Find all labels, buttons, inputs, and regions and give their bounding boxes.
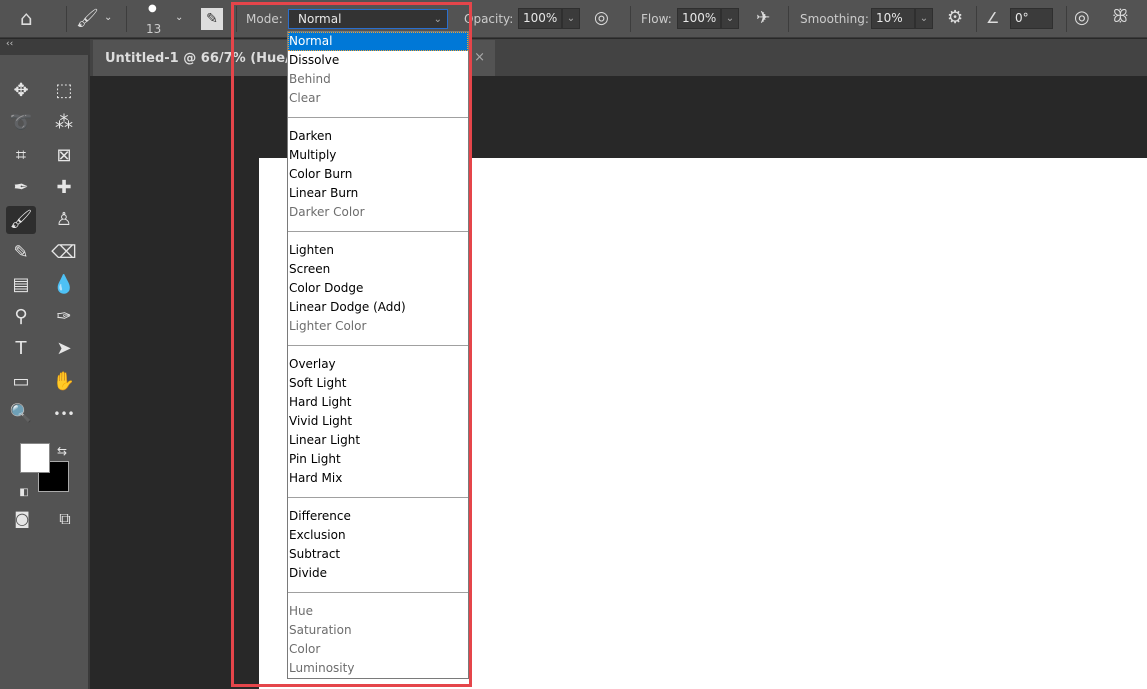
- mode-select[interactable]: Normal ⌄: [288, 9, 448, 29]
- blend-mode-option[interactable]: Difference: [288, 507, 468, 526]
- eyedropper-tool-icon[interactable]: ✒: [6, 174, 36, 202]
- blend-mode-option[interactable]: Soft Light: [288, 374, 468, 393]
- magic-wand-tool-icon[interactable]: ⁂: [49, 109, 79, 137]
- menu-separator: [288, 336, 468, 355]
- mode-label: Mode:: [246, 12, 283, 26]
- lasso-tool-icon[interactable]: ➰: [6, 109, 36, 137]
- gear-icon[interactable]: ⚙: [947, 7, 963, 28]
- blend-mode-option[interactable]: Divide: [288, 564, 468, 583]
- angle-icon: ∠: [986, 9, 1000, 27]
- pressure-opacity-icon[interactable]: ◎: [594, 8, 609, 28]
- blend-mode-dropdown[interactable]: Normal Dissolve Behind Clear Darken Multiply C…: [287, 31, 469, 679]
- dodge-tool-icon[interactable]: ⚲: [6, 303, 36, 331]
- blend-mode-option[interactable]: Hard Light: [288, 393, 468, 412]
- marquee-tool-icon[interactable]: ⬚: [49, 77, 79, 105]
- menu-separator: [288, 108, 468, 127]
- document-tab-title: Untitled-1 @ 66/7% (Hue/Sa: [105, 51, 308, 66]
- blend-mode-option[interactable]: Pin Light: [288, 450, 468, 469]
- blend-mode-option[interactable]: Color Dodge: [288, 279, 468, 298]
- mode-value: Normal: [298, 12, 342, 26]
- default-colors-icon[interactable]: ◧: [14, 479, 34, 507]
- blend-mode-option[interactable]: Color Burn: [288, 165, 468, 184]
- blend-mode-option[interactable]: Exclusion: [288, 526, 468, 545]
- blend-mode-option[interactable]: Dissolve: [288, 51, 468, 70]
- pressure-size-icon[interactable]: ◎: [1074, 7, 1090, 28]
- quick-mask-icon[interactable]: ◙: [7, 505, 37, 533]
- healing-brush-tool-icon[interactable]: ✚: [49, 174, 79, 202]
- opacity-label: Opacity:: [464, 12, 514, 26]
- flow-input[interactable]: 100%: [677, 8, 721, 29]
- menu-separator: [288, 583, 468, 602]
- blend-mode-option[interactable]: Vivid Light: [288, 412, 468, 431]
- angle-input[interactable]: 0°: [1010, 8, 1053, 29]
- airbrush-icon[interactable]: ✈: [756, 8, 770, 28]
- screen-mode-icon[interactable]: ⧉: [50, 505, 80, 533]
- move-tool-icon[interactable]: ✥: [6, 77, 36, 105]
- blend-mode-option[interactable]: Normal: [288, 32, 468, 51]
- stamp-tool-icon[interactable]: ♙: [49, 206, 79, 234]
- crop-tool-icon[interactable]: ⌗: [6, 142, 36, 170]
- blend-mode-option[interactable]: Hard Mix: [288, 469, 468, 488]
- close-tab-icon[interactable]: ×: [474, 50, 485, 65]
- gradient-tool-icon[interactable]: ▤: [6, 271, 36, 299]
- rectangle-tool-icon[interactable]: ▭: [6, 368, 36, 396]
- smoothing-dropdown[interactable]: ⌄: [915, 8, 933, 29]
- history-brush-tool-icon[interactable]: ✎: [6, 239, 36, 267]
- blend-mode-option: Color: [289, 642, 321, 656]
- blend-mode-option: Luminosity: [289, 661, 355, 675]
- home-icon[interactable]: ⌂: [20, 6, 33, 30]
- blend-mode-option[interactable]: Darken: [288, 127, 468, 146]
- blend-mode-option[interactable]: Subtract: [288, 545, 468, 564]
- flow-dropdown[interactable]: ⌄: [721, 8, 739, 29]
- smoothing-input[interactable]: 10%: [871, 8, 915, 29]
- path-selection-tool-icon[interactable]: ➤: [49, 335, 79, 363]
- chevron-down-icon: ⌄: [433, 14, 442, 25]
- swap-colors-icon[interactable]: ⇆: [52, 437, 72, 465]
- menu-separator: [288, 488, 468, 507]
- more-tools-icon[interactable]: •••: [49, 400, 79, 428]
- blend-mode-option[interactable]: Multiply: [288, 146, 468, 165]
- opacity-input[interactable]: 100%: [518, 8, 562, 29]
- blend-mode-option[interactable]: Lighten: [288, 241, 468, 260]
- opacity-dropdown[interactable]: ⌄: [562, 8, 580, 29]
- collapse-panel-button[interactable]: ‹‹: [0, 39, 90, 55]
- blend-mode-option: Hue: [289, 604, 314, 618]
- blur-tool-icon[interactable]: 💧: [49, 271, 79, 299]
- tools-panel: ✥ ⬚ ➰ ⁂ ⌗ ⊠ ✒ ✚ 🖌 ♙ ✎ ⌫ ▤ 💧 ⚲ ✑ T ➤ ▭ ✋ 🔍 ••• ⇆ ◧ ◙ ⧉: [0, 55, 90, 689]
- blend-mode-option: Darker Color: [289, 205, 365, 219]
- menu-separator: [288, 222, 468, 241]
- blend-mode-option[interactable]: Linear Light: [288, 431, 468, 450]
- chevron-down-icon[interactable]: ⌄: [175, 12, 183, 23]
- options-bar: ⌂ 🖌 ⌄ ● 13 ⌄ ✎ Mode: Normal ⌄ Opacity: 10…: [0, 0, 1147, 38]
- frame-tool-icon[interactable]: ⊠: [49, 142, 79, 170]
- brush-settings-panel-icon[interactable]: ✎: [201, 8, 223, 30]
- blend-mode-option[interactable]: Overlay: [288, 355, 468, 374]
- brush-tip-icon[interactable]: ●: [148, 3, 157, 14]
- flow-label: Flow:: [641, 12, 672, 26]
- blend-mode-option[interactable]: Linear Dodge (Add): [288, 298, 468, 317]
- brush-size: 13: [146, 22, 162, 36]
- chevron-down-icon[interactable]: ⌄: [104, 12, 112, 23]
- type-tool-icon[interactable]: T: [6, 335, 36, 363]
- blend-mode-option: Behind: [289, 72, 331, 86]
- brush-preset-icon[interactable]: 🖌: [76, 8, 99, 29]
- eraser-tool-icon[interactable]: ⌫: [49, 239, 79, 267]
- brush-tool-icon[interactable]: 🖌: [6, 206, 36, 235]
- blend-mode-option: Clear: [289, 91, 321, 105]
- zoom-tool-icon[interactable]: 🔍: [6, 400, 36, 428]
- pen-tool-icon[interactable]: ✑: [49, 303, 79, 331]
- foreground-color-swatch[interactable]: [20, 443, 50, 473]
- symmetry-butterfly-icon[interactable]: ꕥ: [1112, 6, 1129, 27]
- blend-mode-option: Saturation: [289, 623, 352, 637]
- smoothing-label: Smoothing:: [800, 12, 869, 26]
- hand-tool-icon[interactable]: ✋: [49, 368, 79, 396]
- blend-mode-option[interactable]: Linear Burn: [288, 184, 468, 203]
- blend-mode-option[interactable]: Screen: [288, 260, 468, 279]
- blend-mode-option: Lighter Color: [289, 319, 367, 333]
